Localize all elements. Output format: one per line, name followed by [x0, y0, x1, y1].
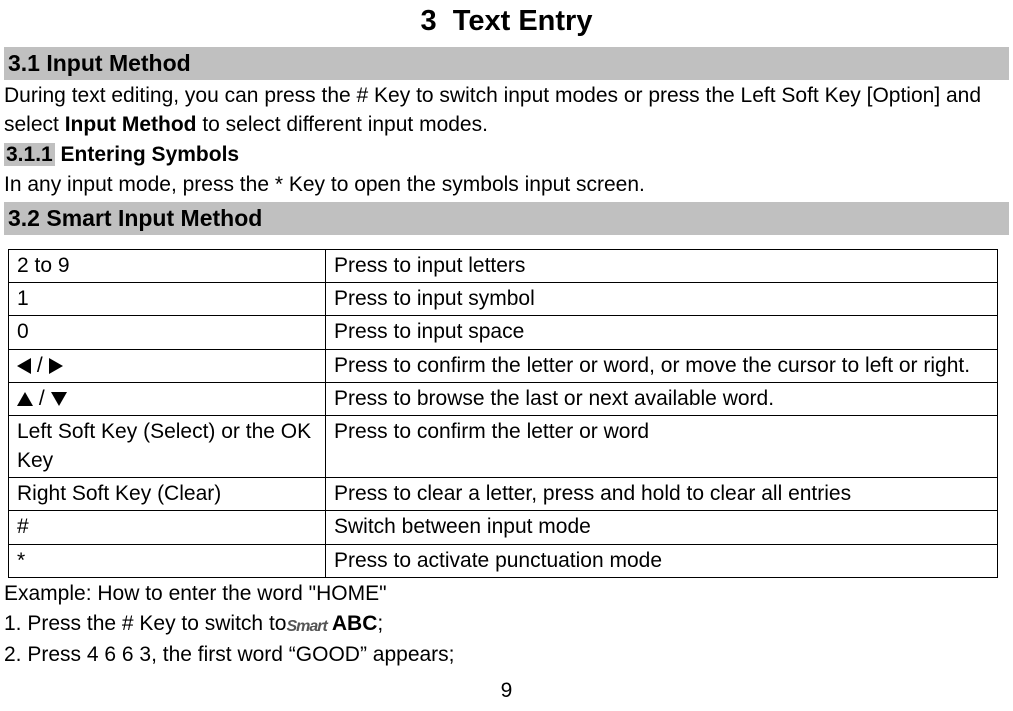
key-cell: *: [9, 544, 326, 577]
table-row: Right Soft Key (Clear)Press to clear a l…: [9, 478, 998, 511]
desc-cell: Press to input symbol: [326, 282, 998, 315]
key-cell: #: [9, 511, 326, 544]
smart-mode-icon: Smart: [286, 616, 326, 638]
desc-cell: Press to browse the last or next availab…: [326, 382, 998, 415]
table-row: 0Press to input space: [9, 316, 998, 349]
text: ;: [377, 612, 383, 635]
desc-cell: Press to confirm the letter or word: [326, 416, 998, 478]
text: 1. Press the # Key to switch to: [4, 612, 286, 635]
desc-cell: Press to confirm the letter or word, or …: [326, 349, 998, 382]
key-cell: 2 to 9: [9, 249, 326, 282]
desc-cell: Switch between input mode: [326, 511, 998, 544]
triangle-left-icon: [17, 358, 31, 374]
table-row: 1Press to input symbol: [9, 282, 998, 315]
subsection-3-1-1-title: 3.1.1 Entering Symbols: [4, 141, 1009, 169]
table-row: / Press to browse the last or next avail…: [9, 382, 998, 415]
table-row: 2 to 9Press to input letters: [9, 249, 998, 282]
triangle-up-icon: [17, 392, 33, 406]
triangle-down-icon: [51, 392, 67, 406]
section-heading-3-1: 3.1 Input Method: [4, 47, 1009, 80]
desc-cell: Press to input space: [326, 316, 998, 349]
key-cell: /: [9, 349, 326, 382]
example-step-1: 1. Press the # Key to switch toSmart ABC…: [4, 610, 1009, 638]
subsection-3-1-1-paragraph: In any input mode, press the * Key to op…: [4, 171, 1009, 199]
section-3-1-paragraph: During text editing, you can press the #…: [4, 82, 1009, 139]
triangle-right-icon: [49, 358, 63, 374]
table-row: *Press to activate punctuation mode: [9, 544, 998, 577]
table-row: Left Soft Key (Select) or the OK KeyPres…: [9, 416, 998, 478]
bold-input-method: Input Method: [65, 113, 197, 136]
example-intro: Example: How to enter the word "HOME": [4, 580, 1009, 608]
chapter-name: Text Entry: [453, 5, 593, 37]
desc-cell: Press to clear a letter, press and hold …: [326, 478, 998, 511]
subsection-number: 3.1.1: [4, 143, 55, 166]
table-row: #Switch between input mode: [9, 511, 998, 544]
key-cell: 0: [9, 316, 326, 349]
chapter-number: 3: [421, 5, 437, 37]
key-cell: Left Soft Key (Select) or the OK Key: [9, 416, 326, 478]
key-cell: 1: [9, 282, 326, 315]
bold-abc: ABC: [327, 612, 378, 635]
chapter-title: 3 Text Entry: [4, 2, 1009, 41]
smart-input-table: 2 to 9Press to input letters1Press to in…: [8, 249, 998, 578]
text: to select different input modes.: [197, 113, 488, 136]
key-cell: Right Soft Key (Clear): [9, 478, 326, 511]
table-row: / Press to confirm the letter or word, o…: [9, 349, 998, 382]
example-step-2: 2. Press 4 6 6 3, the first word “GOOD” …: [4, 641, 1009, 669]
desc-cell: Press to activate punctuation mode: [326, 544, 998, 577]
key-cell: /: [9, 382, 326, 415]
desc-cell: Press to input letters: [326, 249, 998, 282]
page-number: 9: [0, 677, 1013, 705]
subsection-name: Entering Symbols: [55, 143, 239, 166]
section-heading-3-2: 3.2 Smart Input Method: [4, 202, 1009, 235]
